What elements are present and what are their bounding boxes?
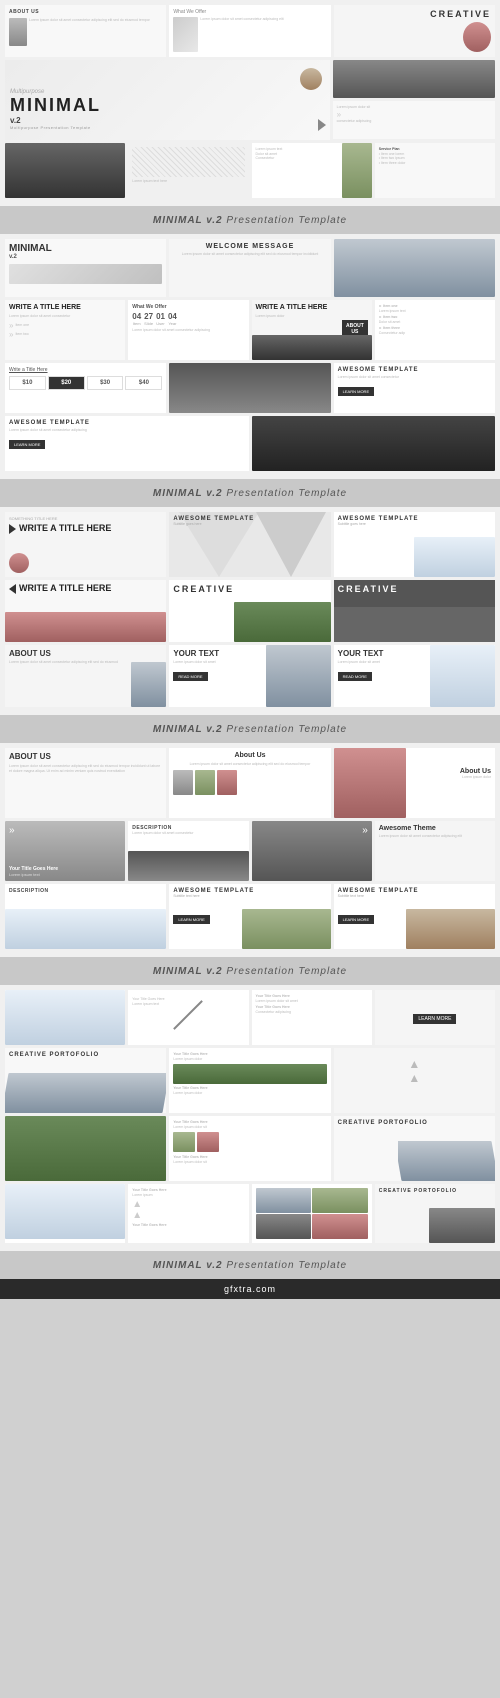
slide-awesome-coffee: AWESOME TEMPLATE Subtitle text here LEAR… bbox=[334, 884, 495, 949]
section-5: Your Title Goes Here Lorem ipsum text Yo… bbox=[0, 985, 500, 1251]
divider-2-text: MINIMAL v.2 Presentation Template bbox=[153, 488, 347, 499]
slide-about-us-big: ABOUT US Lorem ipsum dolor sit amet cons… bbox=[5, 645, 166, 707]
slide-stripes: Lorem ipsum text here bbox=[128, 143, 248, 198]
divider-1-text: MINIMAL v.2 Presentation Template bbox=[153, 215, 347, 226]
slide-your-text-1: YOUR TEXT Lorem ipsum dolor sit amet REA… bbox=[169, 645, 330, 707]
slide-minimal-logo: MINIMAL v.2 bbox=[5, 239, 166, 297]
divider-1: MINIMAL v.2 Presentation Template bbox=[0, 206, 500, 234]
slide-description-snow: Description bbox=[5, 884, 166, 949]
divider-4-text: MINIMAL v.2 Presentation Template bbox=[153, 966, 347, 977]
slide-portfolio-titles-2: Your Title Goes Here Lorem ipsum dolor s… bbox=[169, 1116, 330, 1181]
slide-about-us-text: ABOUT US Lorem ipsum dolor sit amet cons… bbox=[5, 748, 166, 818]
slide-about-us-center: About Us Lorem ipsum dolor sit amet cons… bbox=[169, 748, 330, 818]
slide-creative-portfolio-1: CREATIVE PORTOFOLIO bbox=[5, 1048, 166, 1113]
gfx-watermark: gfxtra.com bbox=[0, 1279, 500, 1299]
slide-write-creative-1: WRITE A TITLE HERE bbox=[5, 580, 166, 642]
slide-portfolio-arrow: ▲▲ bbox=[334, 1048, 495, 1113]
slide-pencil-slash: Your Title Goes Here Lorem ipsum text bbox=[128, 990, 248, 1045]
slide-portfolio-plant-full bbox=[5, 1116, 166, 1181]
slide-person-snow bbox=[5, 1184, 125, 1243]
slide-write-link: Write a Title Here $10 $20 $30 $40 bbox=[5, 363, 166, 413]
divider-2: MINIMAL v.2 Presentation Template bbox=[0, 479, 500, 507]
divider-5: MINIMAL v.2 Presentation Template bbox=[0, 1251, 500, 1279]
divider-5-text: MINIMAL v.2 Presentation Template bbox=[153, 1260, 347, 1271]
slide-awesome-snow: AWESOME TEMPLATE Subtitle goes here bbox=[334, 512, 495, 577]
section-4: ABOUT US Lorem ipsum dolor sit amet cons… bbox=[0, 743, 500, 957]
slide-awesome-geo: AWESOME TEMPLATE Subtitle goes here bbox=[169, 512, 330, 577]
slide-description-tower: Description Lorem ipsum dolor sit amet c… bbox=[128, 821, 248, 881]
divider-3-text: MINIMAL v.2 Presentation Template bbox=[153, 724, 347, 735]
slide-main-minimal: Multipurpose MINIMAL v.2 Multipurpose Pr… bbox=[5, 60, 330, 140]
slide-welcome: WELCOME MESSAGE Lorem ipsum dolor sit am… bbox=[169, 239, 330, 297]
slide-statue: » bbox=[252, 821, 372, 881]
slide-service: Service Plan • Item one lorem • Item two… bbox=[375, 143, 495, 198]
slide-about-us: ABOUT US Lorem ipsum dolor sit amet cons… bbox=[5, 5, 166, 57]
slide-awesome-theme: Awesome Theme Lorem ipsum dolor sit amet… bbox=[375, 821, 495, 881]
slide-what-we-offer-2: What We Offer 04 Item 27 Slide 01 User 0… bbox=[128, 300, 248, 360]
slide-cat bbox=[333, 60, 495, 98]
slide-about-us-right: About Us Lorem ipsum dolor bbox=[334, 748, 495, 818]
slide-towers bbox=[169, 363, 330, 413]
divider-3: MINIMAL v.2 Presentation Template bbox=[0, 715, 500, 743]
slide-learn-more-btn: LEARN MORE bbox=[375, 990, 495, 1045]
about-us-title: ABOUT US bbox=[9, 9, 162, 15]
slide-creative-top: CREATIVE bbox=[334, 5, 495, 57]
slide-items: ► Item one Lorem ipsum text ► Item two D… bbox=[375, 300, 495, 360]
section-2: MINIMAL v.2 WELCOME MESSAGE Lorem ipsum … bbox=[0, 234, 500, 479]
slide-person-sitting: » Your Title Goes Here Lorem ipsum text bbox=[5, 821, 125, 881]
slide-creative-dark: CREATIVE bbox=[334, 580, 495, 642]
slide-building bbox=[252, 416, 496, 471]
slide-write-title-2: WRITE A TITLE HERE Lorem ipsum dolor ABO… bbox=[252, 300, 372, 360]
slide-title-goes-here-2: Your Title Goes Here Lorem ipsum ▲▲ Your… bbox=[128, 1184, 248, 1243]
slide-portfolio-checkers bbox=[252, 1184, 372, 1243]
slide-creative-portfolio-2: CREATIVE PORTOFOLIO bbox=[334, 1116, 495, 1181]
slide-person-arms bbox=[5, 990, 125, 1045]
slide-creative-portfolio-3: CREATIVE PORTOFOLIO bbox=[375, 1184, 495, 1243]
slide-awesome-1: AWESOME TEMPLATE Lorem ipsum dolor sit a… bbox=[334, 363, 495, 413]
slide-mountain bbox=[334, 239, 495, 297]
slide-woman-text: Lorem ipsum dolor sit » consectetur adip… bbox=[333, 101, 495, 139]
slide-creative-plant: CREATIVE bbox=[169, 580, 330, 642]
divider-4: MINIMAL v.2 Presentation Template bbox=[0, 957, 500, 985]
slide-cactus: Lorem ipsum text Dolor sit amet Consecte… bbox=[252, 143, 372, 198]
slide-woman-dark bbox=[5, 143, 125, 198]
slide-portfolio-titles-1: Your Title Goes Here Lorem ipsum dolor Y… bbox=[169, 1048, 330, 1113]
section-1: ABOUT US Lorem ipsum dolor sit amet cons… bbox=[0, 0, 500, 206]
slide-awesome-objects: AWESOME TEMPLATE Subtitle text here LEAR… bbox=[169, 884, 330, 949]
slide-what-we-offer: What We Offer Lorem ipsum dolor sit amet… bbox=[169, 5, 330, 57]
slide-write-title-1: WRITE A TITLE HERE Lorem ipsum dolor sit… bbox=[5, 300, 125, 360]
slide-write-big: Something Title Here WRITE A TITLE HERE bbox=[5, 512, 166, 577]
slide-title-goes-here-1: Your Title Goes Here Lorem ipsum dolor s… bbox=[252, 990, 372, 1045]
slide-awesome-2: AWESOME TEMPLATE Lorem ipsum dolor sit a… bbox=[5, 416, 249, 471]
section-3: Something Title Here WRITE A TITLE HERE … bbox=[0, 507, 500, 715]
slide-your-text-2: YOUR TEXT Lorem ipsum dolor sit amet REA… bbox=[334, 645, 495, 707]
